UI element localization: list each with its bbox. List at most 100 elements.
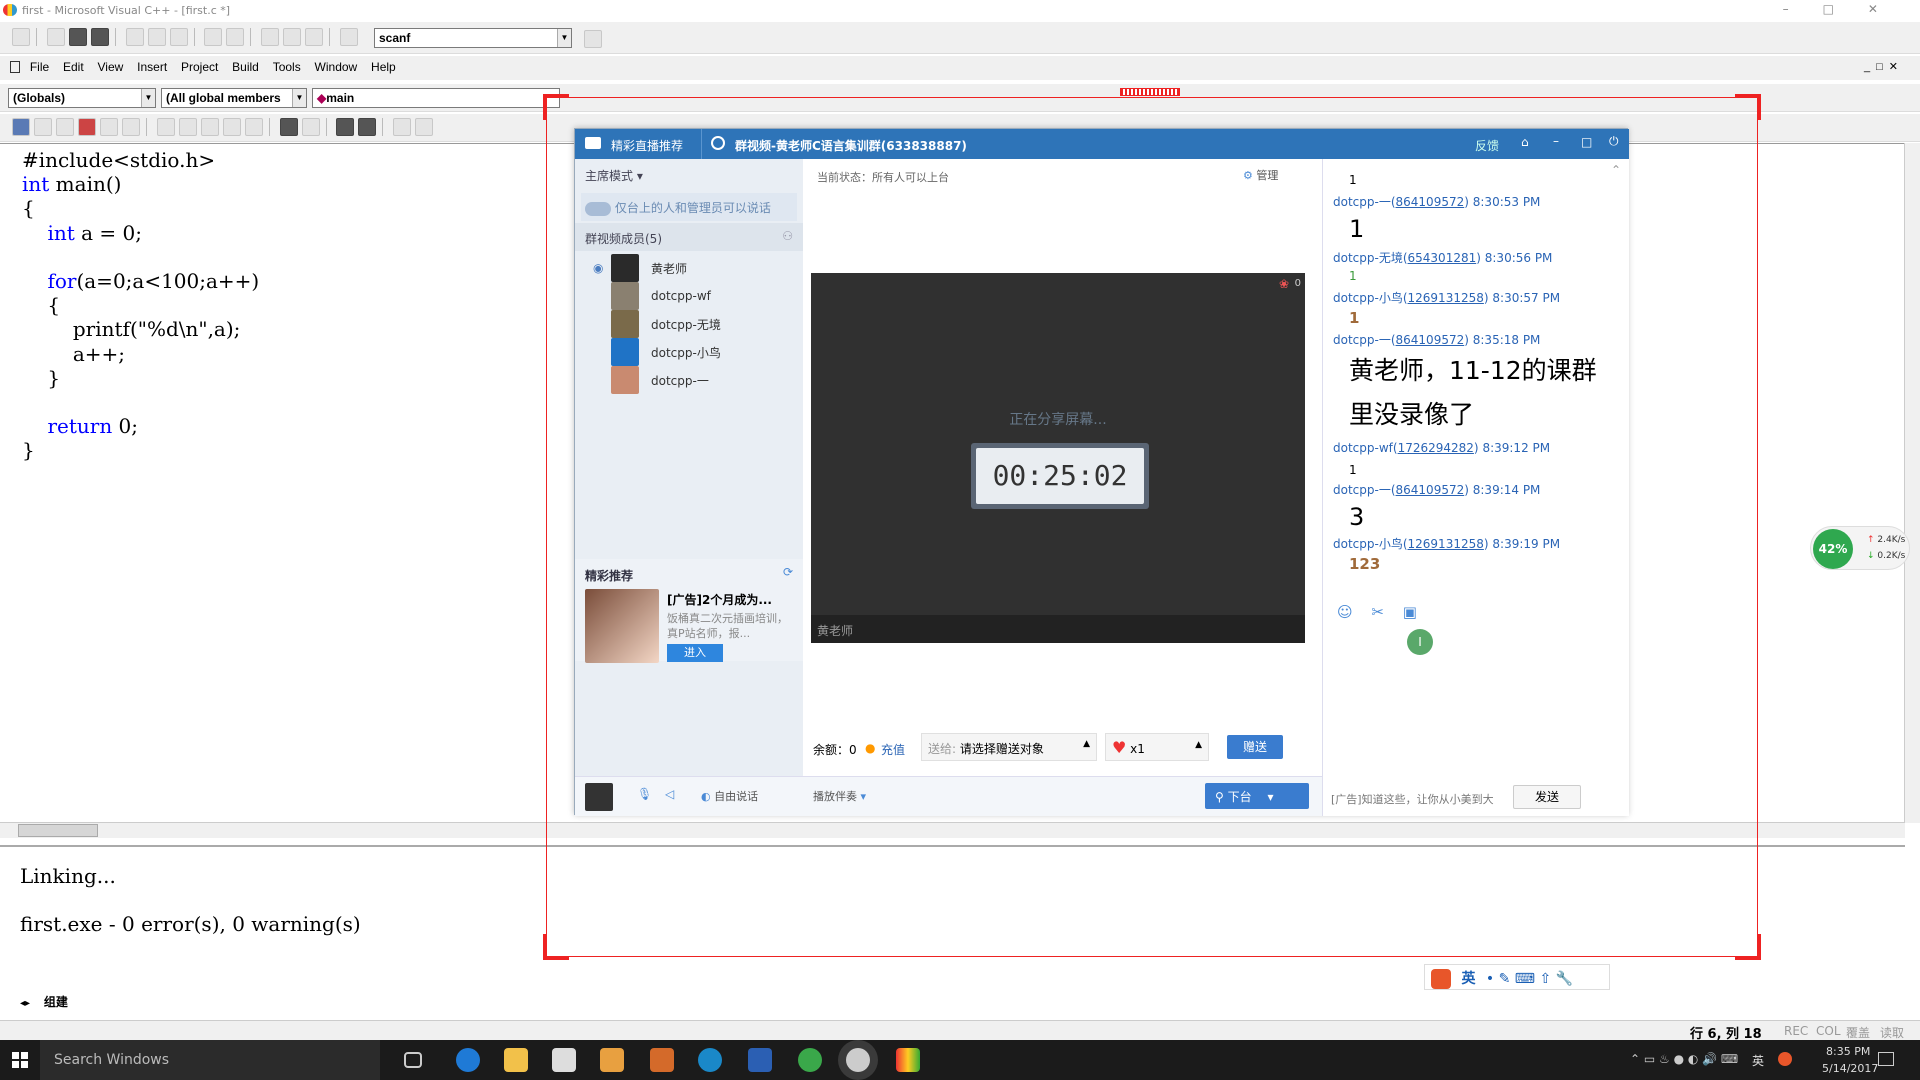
self-avatar[interactable] [585, 783, 613, 811]
chat-nick[interactable]: dotcpp-wf(1726294282) [1333, 441, 1479, 455]
tab-build[interactable]: 组建 [44, 995, 68, 1009]
member-item[interactable]: dotcpp-一 [611, 366, 709, 394]
function-combo[interactable]: ◆main [312, 88, 560, 108]
media-player-icon[interactable] [600, 1048, 624, 1072]
promo-enter-button[interactable]: 进入 [667, 644, 723, 662]
nick-id[interactable]: 864109572 [1396, 195, 1465, 209]
run-to-cursor-icon[interactable] [222, 118, 241, 136]
ime-tools-icon[interactable]: • ✎ ⌨ ⇧ 🔧 [1486, 971, 1573, 987]
chat-nick[interactable]: dotcpp-一(864109572) [1333, 195, 1469, 209]
tab-recommend[interactable]: 精彩直播推荐 [611, 137, 683, 154]
edge-icon[interactable] [456, 1048, 480, 1072]
member-item[interactable]: 黄老师 [611, 254, 687, 282]
chat-nick[interactable]: dotcpp-小鸟(1269131258) [1333, 291, 1489, 305]
free-talk-toggle[interactable]: ◐ 自由说话 [701, 788, 758, 804]
promo-headline[interactable]: [广告]2个月成为... [667, 591, 772, 608]
store-icon[interactable] [552, 1048, 576, 1072]
capture-corner-br[interactable] [1735, 934, 1761, 960]
leave-stage-button[interactable]: ⚲ 下台 ▾ [1205, 783, 1309, 809]
compile-icon[interactable] [12, 118, 30, 136]
save-all-icon[interactable] [90, 28, 109, 46]
emoji-icon[interactable]: ☺ [1337, 603, 1353, 621]
windows-start-icon[interactable] [12, 1052, 28, 1068]
promo-image[interactable] [585, 589, 659, 663]
visual-cpp-icon[interactable] [896, 1048, 920, 1072]
power-close-icon[interactable]: ⏻ [1609, 134, 1619, 149]
nick-id[interactable]: 864109572 [1396, 333, 1465, 347]
flower-icon[interactable]: ❀ [1279, 277, 1289, 291]
ime-mode[interactable]: 英 [1461, 971, 1475, 987]
memory-icon[interactable] [358, 118, 377, 136]
member-item[interactable]: dotcpp-无境 [611, 310, 721, 338]
chevron-down-icon[interactable]: ▼ [141, 89, 155, 107]
gift-target-select[interactable]: 送给: 请选择赠送对象 ▲ [921, 733, 1097, 761]
refresh-icon[interactable]: ⟳ [783, 565, 793, 579]
disassembly-icon[interactable] [415, 118, 434, 136]
output-icon[interactable] [283, 28, 302, 46]
step-over-icon[interactable] [178, 118, 197, 136]
chevron-down-icon[interactable]: ▼ [292, 89, 306, 107]
step-out-icon[interactable] [200, 118, 219, 136]
member-item[interactable]: dotcpp-小鸟 [611, 338, 721, 366]
menu-file[interactable]: File [30, 60, 49, 74]
menu-insert[interactable]: Insert [137, 60, 167, 74]
chat-input-ad[interactable]: [广告]知道这些，让你从小美到大 [1331, 791, 1494, 807]
network-meter[interactable]: 42% ↑ 2.4K/s ↓ 0.2K/s [1810, 526, 1910, 570]
save-icon[interactable] [68, 28, 87, 46]
menu-window[interactable]: Window [315, 60, 358, 74]
nick-id[interactable]: 1726294282 [1398, 441, 1474, 455]
capture-top-handle[interactable] [1120, 88, 1180, 96]
manage-button[interactable]: ⚙ 管理 [1243, 167, 1278, 183]
gift-send-button[interactable]: 赠送 [1227, 735, 1283, 759]
stop-build-icon[interactable] [56, 118, 74, 136]
members-combo[interactable]: (All global members ▼ [161, 88, 307, 108]
window-controls[interactable]: –□✕ [1783, 2, 1912, 16]
notification-icon[interactable] [1878, 1052, 1894, 1066]
sogou-logo-icon[interactable] [1431, 969, 1451, 989]
clock-date[interactable]: 5/14/2017 [1822, 1062, 1878, 1075]
clock-time[interactable]: 8:35 PM [1826, 1045, 1870, 1058]
file-explorer-icon[interactable] [504, 1048, 528, 1072]
qq-video-taskbar-icon[interactable] [846, 1048, 870, 1072]
capture-corner-tr[interactable] [1735, 94, 1761, 120]
callstack-icon[interactable] [393, 118, 412, 136]
workspace-icon[interactable] [261, 28, 280, 46]
game-icon[interactable] [650, 1048, 674, 1072]
editor-vertical-scrollbar[interactable] [1904, 143, 1920, 823]
browser-icon[interactable] [798, 1048, 822, 1072]
chevron-down-icon[interactable]: ▼ [557, 29, 571, 47]
sogou-tray-icon[interactable] [1778, 1052, 1792, 1066]
execute-icon[interactable] [78, 118, 96, 136]
menu-help[interactable]: Help [371, 60, 396, 74]
speaker-icon[interactable]: ◁ [665, 787, 674, 801]
maximize-icon[interactable]: □ [1581, 135, 1592, 149]
chat-nick[interactable]: dotcpp-无境(654301281) [1333, 251, 1481, 265]
quickwatch-icon[interactable] [244, 118, 263, 136]
cut-icon[interactable] [125, 28, 144, 46]
taskbar-search[interactable]: Search Windows [40, 1040, 380, 1080]
mdi-controls[interactable]: _□✕ [1864, 60, 1904, 73]
task-view-icon[interactable] [404, 1052, 422, 1068]
redo-icon[interactable] [226, 28, 245, 46]
find-combo[interactable]: scanf ▼ [374, 28, 572, 48]
watch-icon[interactable] [279, 118, 298, 136]
breakpoint-icon[interactable] [122, 118, 140, 136]
nick-id[interactable]: 654301281 [1408, 251, 1477, 265]
minimize-icon[interactable]: – [1553, 134, 1559, 148]
chat-nick[interactable]: dotcpp-一(864109572) [1333, 483, 1469, 497]
copy-icon[interactable] [147, 28, 166, 46]
nick-id[interactable]: 1269131258 [1408, 291, 1484, 305]
gift-count-select[interactable]: ♥ x1 ▲ [1105, 733, 1209, 761]
add-member-icon[interactable]: ⚇ [782, 229, 793, 243]
menu-build[interactable]: Build [232, 60, 259, 74]
chat-nick[interactable]: dotcpp-一(864109572) [1333, 333, 1469, 347]
tab-nav-arrows[interactable]: ◂▸ [20, 998, 30, 1009]
menu-edit[interactable]: Edit [63, 60, 84, 74]
menu-tools[interactable]: Tools [273, 60, 301, 74]
new-file-icon[interactable] [12, 28, 30, 46]
companion-menu[interactable]: 播放伴奏 ▾ [813, 788, 866, 804]
word-icon[interactable] [748, 1048, 772, 1072]
k-app-icon[interactable] [698, 1048, 722, 1072]
go-icon[interactable] [100, 118, 118, 136]
mode-selector[interactable]: 主席模式 ▾ [585, 167, 643, 184]
